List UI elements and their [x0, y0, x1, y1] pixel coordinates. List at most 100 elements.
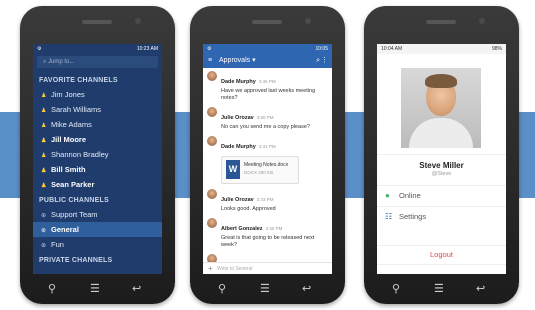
message-time: 3:41 PM [258, 144, 276, 149]
speaker-grille [82, 20, 112, 24]
file-name: Meeting Notes.docx [244, 162, 289, 168]
search-icon: ⌕ [43, 59, 47, 65]
speaker-grille [252, 20, 282, 24]
sender-name[interactable]: Dade Murphy [221, 79, 256, 85]
channels-screen: ⚙ 10:23 AM ⌕ Jump to... FAVORITE CHANNEL… [33, 44, 162, 274]
back-nav-icon[interactable]: ↩ [476, 282, 485, 296]
online-label: Online [399, 191, 421, 200]
avatar[interactable] [207, 71, 217, 81]
favorite-channel-item[interactable]: ♟ Sean Parker [33, 177, 162, 192]
front-camera [135, 18, 141, 24]
phone-channels: ⚙ 10:23 AM ⌕ Jump to... FAVORITE CHANNEL… [20, 6, 175, 304]
battery-level: 98% [491, 46, 502, 52]
user-icon: ♟ [41, 183, 47, 189]
sender-name[interactable]: Julie Orozav [221, 115, 254, 121]
favorite-channel-item[interactable]: ♟ Jill Moore [33, 132, 162, 147]
channel-label: Fun [51, 240, 64, 249]
speaker-grille [426, 20, 456, 24]
avatar [401, 68, 481, 148]
message-text: Looks good. Approved [221, 206, 276, 212]
status-online-row[interactable]: ● Online [377, 185, 506, 206]
favorite-channel-item[interactable]: ♟ Mike Adams [33, 117, 162, 132]
search-icon[interactable]: ⌕ [316, 54, 320, 68]
logout-button[interactable]: Logout [377, 245, 506, 265]
menu-nav-icon[interactable]: ☰ [90, 282, 100, 296]
chat-message: Dade Murphy 3:45 PM Have we approved last … [207, 70, 328, 102]
message-time: 3:43 PM [256, 197, 274, 202]
back-nav-icon[interactable]: ↩ [302, 282, 311, 296]
status-time: 10:05 [315, 46, 328, 52]
public-channel-item[interactable]: ⊕ Support Team [33, 207, 162, 222]
status-time: 10:23 AM [136, 46, 158, 52]
channel-label: General [51, 225, 79, 234]
message-text: No can you send me a copy please? [221, 124, 310, 130]
chevron-down-icon: ▾ [252, 57, 256, 64]
favorite-channels-header: FAVORITE CHANNELS [39, 77, 118, 84]
avatar[interactable] [207, 136, 217, 146]
menu-nav-icon[interactable]: ☰ [260, 282, 270, 296]
menu-icon[interactable]: ≡ [208, 54, 212, 68]
menu-nav-icon[interactable]: ☰ [434, 282, 444, 296]
channel-label: Sarah Williams [51, 105, 102, 114]
search-placeholder: Jump to... [48, 59, 75, 65]
word-doc-icon: W [226, 160, 240, 179]
favorite-channel-item[interactable]: ♟ Bill Smith [33, 162, 162, 177]
public-channel-item[interactable]: ⊕ General [33, 222, 162, 237]
favorite-channel-item[interactable]: ♟ Sarah Williams [33, 102, 162, 117]
settings-icon: ☷ [385, 212, 393, 221]
sender-name[interactable]: Julie Orozav [221, 197, 254, 203]
search-input[interactable]: ⌕ Jump to... [37, 56, 158, 68]
public-channels-header: PUBLIC CHANNELS [39, 197, 109, 204]
status-bar: 10:04 AM 98% [377, 44, 506, 54]
message-time: 3:40 PM [265, 226, 283, 231]
globe-icon: ⊕ [41, 243, 47, 249]
user-name: Steve Miller [419, 161, 464, 170]
app-gear-icon[interactable]: ⚙ [37, 46, 41, 52]
status-time: 10:04 AM [381, 46, 403, 52]
plus-icon[interactable]: + [208, 263, 213, 274]
nav-bar: ⚲ ☰ ↩ [190, 276, 345, 304]
avatar[interactable] [207, 218, 217, 228]
message-list: Dade Murphy 3:45 PM Have we approved last … [203, 68, 332, 274]
message-composer[interactable]: + Write to Several [203, 262, 332, 274]
message-text: Have we approved last weeks meeting note… [221, 88, 316, 101]
message-text: Great is that going to be released next … [221, 235, 315, 248]
channel-label: Jill Moore [51, 135, 87, 144]
check-circle-icon: ● [385, 191, 390, 200]
chat-message: Dade Murphy 3:41 PM W Meeting Notes.docx DOC… [207, 135, 328, 184]
composer-placeholder: Write to Several [217, 266, 253, 272]
settings-label: Settings [399, 212, 427, 221]
app-gear-icon[interactable]: ⚙ [207, 46, 211, 52]
channel-header[interactable]: ≡ Approvals ▾ ⌕ ⋮ [203, 54, 332, 68]
channel-title: Approvals [219, 57, 251, 64]
file-attachment[interactable]: W Meeting Notes.docx DOCX 200 KB [221, 156, 299, 184]
message-time: 3:45 PM [258, 79, 276, 84]
avatar[interactable] [207, 189, 217, 199]
search-nav-icon[interactable]: ⚲ [392, 282, 400, 296]
search-nav-icon[interactable]: ⚲ [218, 282, 226, 296]
channel-label: Shannon Bradley [51, 150, 109, 159]
nav-bar: ⚲ ☰ ↩ [20, 276, 175, 304]
settings-row[interactable]: ☷ Settings [377, 206, 506, 227]
chat-message: Julie Orozav 3:50 PM No can you send me a … [207, 106, 328, 131]
chat-screen: ⚙ 10:05 ≡ Approvals ▾ ⌕ ⋮ Dade Murphy 3:4… [203, 44, 332, 274]
front-camera [479, 18, 485, 24]
sender-name[interactable]: Albert Gonzalez [221, 226, 263, 232]
public-channel-item[interactable]: ⊕ Fun [33, 237, 162, 252]
sender-name[interactable]: Dade Murphy [221, 144, 256, 150]
private-channels-header: PRIVATE CHANNELS [39, 257, 113, 264]
more-icon[interactable]: ⋮ [321, 54, 328, 68]
channel-label: Jim Jones [51, 90, 85, 99]
avatar[interactable] [207, 107, 217, 117]
message-time: 3:50 PM [256, 115, 274, 120]
phone-chat: ⚙ 10:05 ≡ Approvals ▾ ⌕ ⋮ Dade Murphy 3:4… [190, 6, 345, 304]
channel-label: Sean Parker [51, 180, 95, 189]
status-bar: ⚙ 10:23 AM [33, 44, 162, 54]
search-nav-icon[interactable]: ⚲ [48, 282, 56, 296]
favorite-channel-item[interactable]: ♟ Shannon Bradley [33, 147, 162, 162]
favorite-channel-item[interactable]: ♟ Jim Jones [33, 87, 162, 102]
status-bar: ⚙ 10:05 [203, 44, 332, 54]
file-size: DOCX 200 KB [244, 170, 274, 175]
back-nav-icon[interactable]: ↩ [132, 282, 141, 296]
nav-bar: ⚲ ☰ ↩ [364, 276, 519, 304]
